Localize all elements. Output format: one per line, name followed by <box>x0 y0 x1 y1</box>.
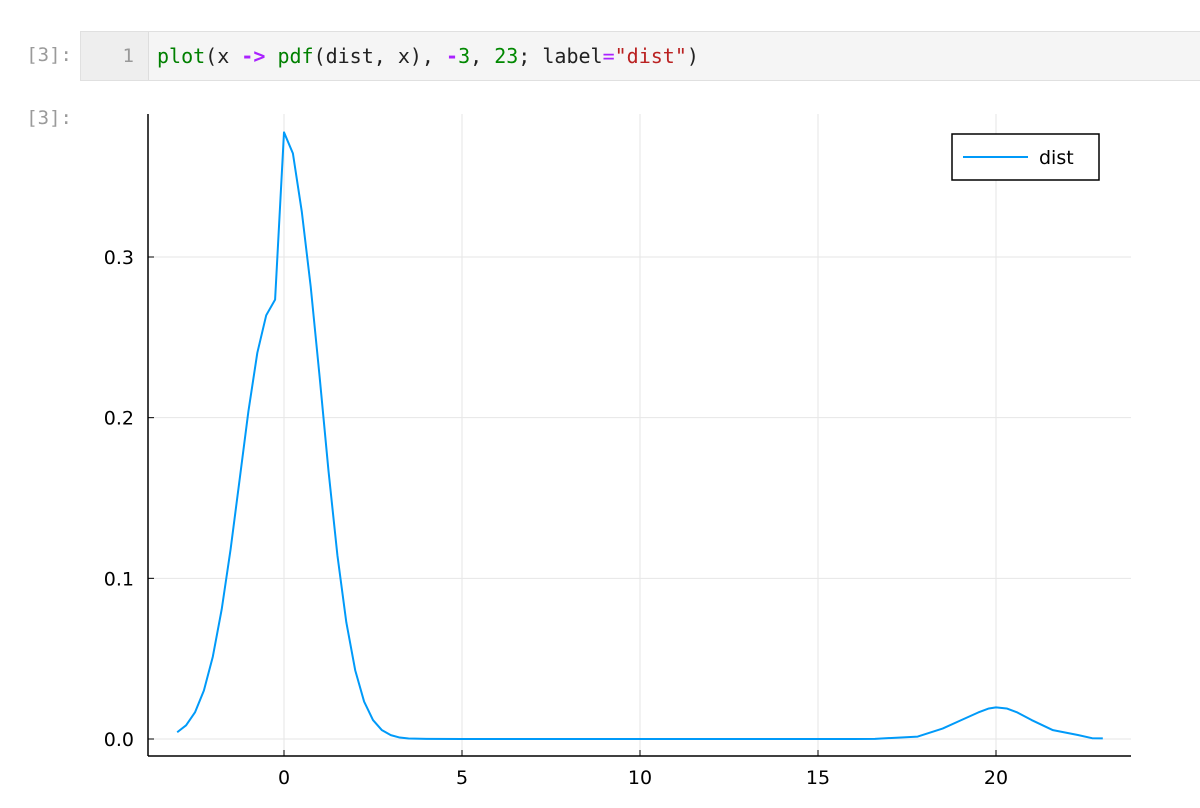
x-tick-label: 10 <box>628 767 652 789</box>
pdf-line-chart: 0 5 10 15 20 0.0 0.1 0.2 0.3 dist <box>104 114 1131 789</box>
y-tick-label: 0.0 <box>104 729 134 751</box>
tick-labels: 0 5 10 15 20 0.0 0.1 0.2 0.3 <box>104 247 1008 789</box>
x-tick-label: 15 <box>806 767 830 789</box>
y-tick-label: 0.3 <box>104 247 134 269</box>
y-tick-label: 0.1 <box>104 568 134 590</box>
grid-lines <box>148 114 1131 756</box>
legend-label: dist <box>1039 147 1074 169</box>
legend: dist <box>951 133 1100 181</box>
x-tick-label: 20 <box>984 767 1008 789</box>
x-tick-label: 5 <box>456 767 468 789</box>
y-tick-label: 0.2 <box>104 408 134 430</box>
x-tick-label: 0 <box>278 767 290 789</box>
